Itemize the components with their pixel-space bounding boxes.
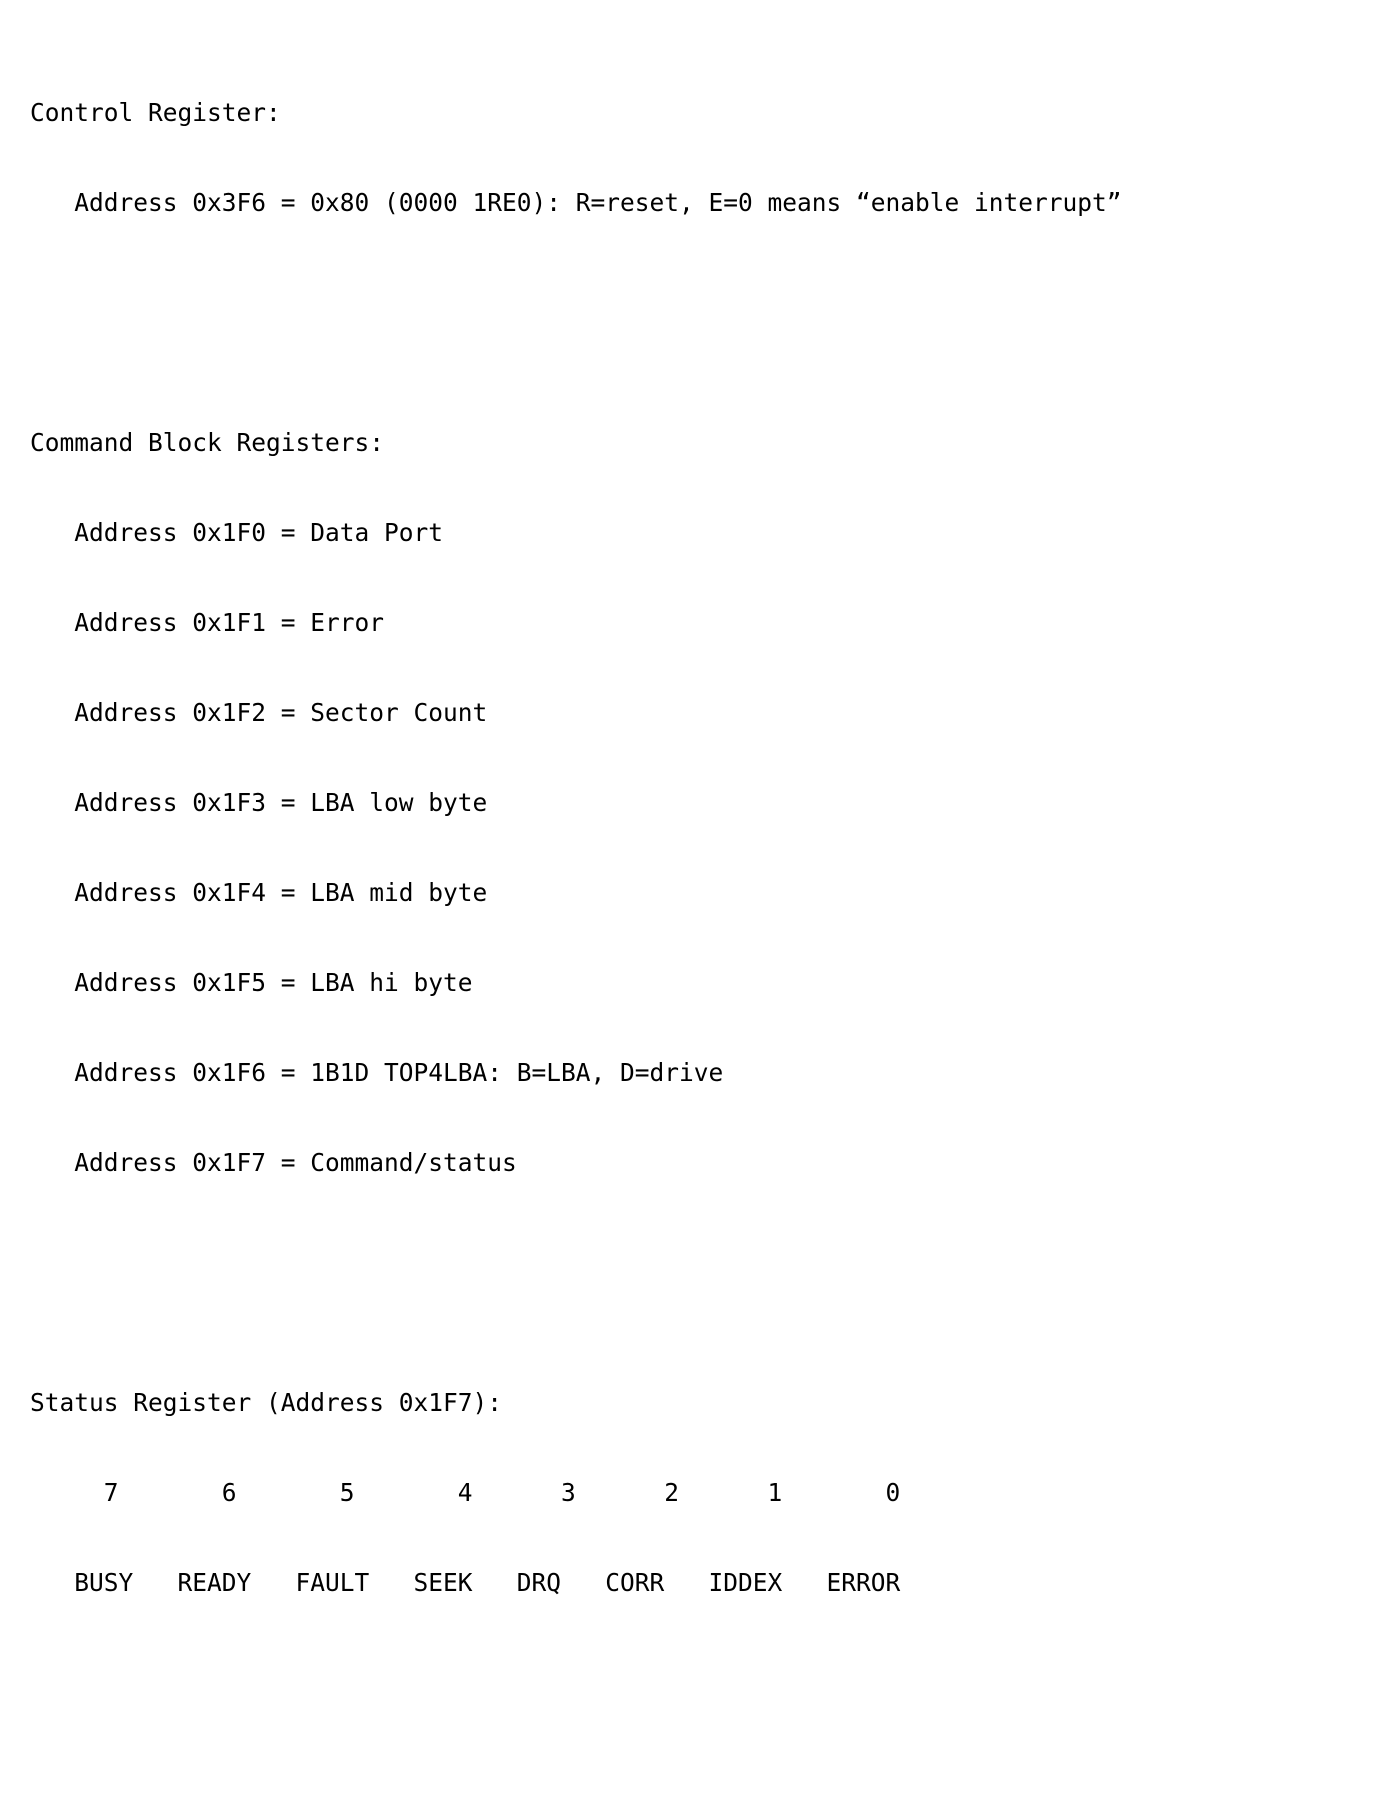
- command-block-line-3: Address 0x1F3 = LBA low byte: [30, 788, 488, 817]
- control-register-line-0: Address 0x3F6 = 0x80 (0000 1RE0): R=rese…: [30, 188, 1122, 217]
- command-block-line-4: Address 0x1F4 = LBA mid byte: [30, 878, 488, 907]
- status-register-heading: Status Register (Address 0x1F7):: [30, 1388, 503, 1417]
- document-body: Control Register: Address 0x3F6 = 0x80 (…: [30, 8, 1360, 1800]
- command-block-line-0: Address 0x1F0 = Data Port: [30, 518, 444, 547]
- spacer-2: [30, 1268, 1360, 1298]
- command-block-line-5: Address 0x1F5 = LBA hi byte: [30, 968, 473, 997]
- command-block-line-2: Address 0x1F2 = Sector Count: [30, 698, 488, 727]
- spacer-1: [30, 308, 1360, 338]
- command-block-line-6: Address 0x1F6 = 1B1D TOP4LBA: B=LBA, D=d…: [30, 1058, 724, 1087]
- spacer-3: [30, 1688, 1360, 1718]
- command-block-registers-heading: Command Block Registers:: [30, 428, 385, 457]
- control-register-heading: Control Register:: [30, 98, 281, 127]
- command-block-line-7: Address 0x1F7 = Command/status: [30, 1148, 517, 1177]
- document-page: Control Register: Address 0x3F6 = 0x80 (…: [0, 0, 1378, 1597]
- status-register-bit-numbers: 7 6 5 4 3 2 1 0: [30, 1478, 901, 1507]
- status-register-bit-names: BUSY READY FAULT SEEK DRQ CORR IDDEX ERR…: [30, 1568, 901, 1597]
- command-block-line-1: Address 0x1F1 = Error: [30, 608, 385, 637]
